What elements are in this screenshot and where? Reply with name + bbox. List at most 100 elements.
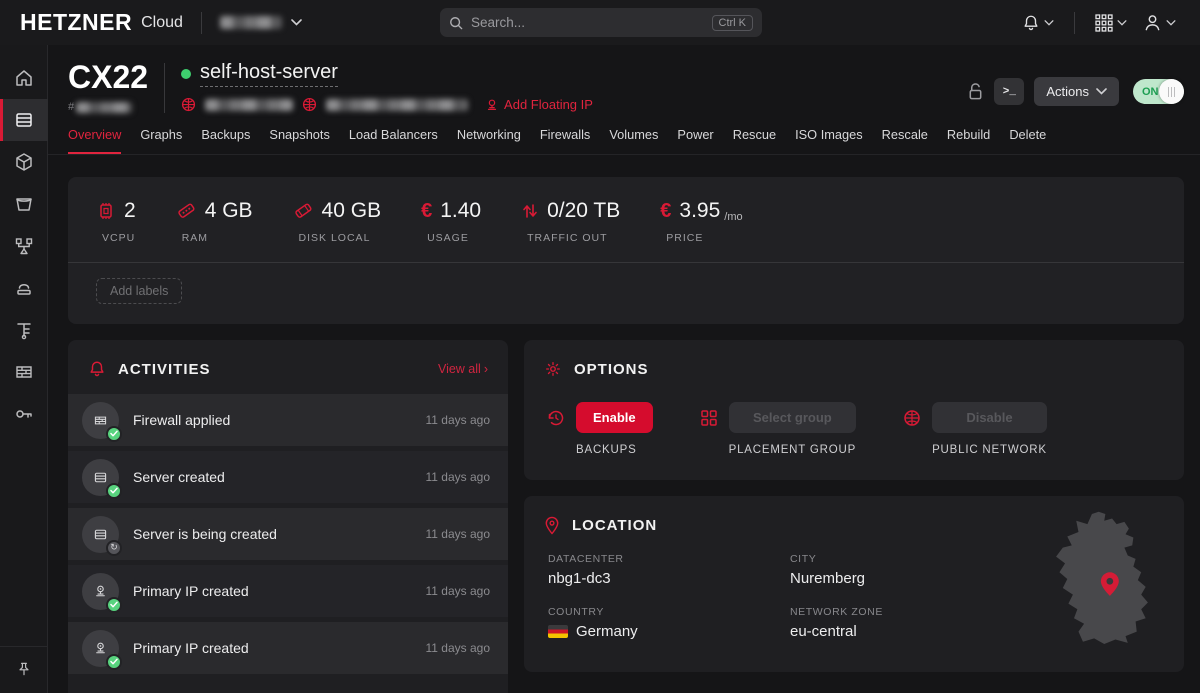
sidebar-item-load-balancers[interactable] xyxy=(0,225,48,267)
stat-usage: € 1.40 USAGE xyxy=(421,199,481,244)
firewall-icon xyxy=(14,362,34,382)
stat-value: 1.40 xyxy=(440,199,481,223)
sidebar-item-volumes[interactable] xyxy=(0,141,48,183)
tab-backups[interactable]: Backups xyxy=(201,127,250,154)
activity-row[interactable]: Server created 11 days ago xyxy=(68,451,508,503)
chevron-down-icon xyxy=(1044,20,1054,26)
stat-value: 40 GB xyxy=(322,199,382,223)
bucket-icon xyxy=(14,194,34,214)
server-header: CX22 # self-host-server Add Floating IP xyxy=(48,45,1200,113)
tab-delete[interactable]: Delete xyxy=(1009,127,1046,154)
server-ip-row: Add Floating IP xyxy=(181,97,593,112)
stat-label: TRAFFIC OUT xyxy=(521,232,607,244)
bell-icon xyxy=(88,360,106,378)
console-button[interactable]: >_ xyxy=(994,78,1024,105)
search-icon xyxy=(449,16,463,30)
top-navbar: HETZNER Cloud Search... Ctrl K xyxy=(0,0,1200,45)
tab-volumes[interactable]: Volumes xyxy=(609,127,658,154)
option-public-network: Disable PUBLIC NETWORK xyxy=(902,402,1047,456)
search-input[interactable]: Search... Ctrl K xyxy=(440,8,762,37)
status-dot-running xyxy=(181,69,191,79)
activity-avatar xyxy=(82,573,119,610)
server-name[interactable]: self-host-server xyxy=(200,61,338,87)
ipv6-globe-icon xyxy=(302,97,317,112)
disk-icon xyxy=(293,201,314,221)
tab-iso-images[interactable]: ISO Images xyxy=(795,127,863,154)
add-labels-button[interactable]: Add labels xyxy=(96,278,182,304)
activity-time: 11 days ago xyxy=(426,584,491,598)
activity-row[interactable]: ↻ Server is being created 11 days ago xyxy=(68,508,508,560)
tab-rescue[interactable]: Rescue xyxy=(733,127,776,154)
tab-load-balancers[interactable]: Load Balancers xyxy=(349,127,438,154)
sidebar-item-floating-ips[interactable] xyxy=(0,267,48,309)
activity-title: Primary IP created xyxy=(133,640,249,656)
field-value: nbg1-dc3 xyxy=(548,570,790,587)
user-icon xyxy=(1143,13,1162,32)
firewall-icon xyxy=(92,412,109,429)
sidebar-item-storage[interactable] xyxy=(0,183,48,225)
success-badge-icon xyxy=(106,654,122,670)
ipv6-address-redacted xyxy=(326,99,468,111)
history-icon xyxy=(546,408,566,428)
add-floating-ip-link[interactable]: Add Floating IP xyxy=(485,97,593,112)
key-icon xyxy=(14,404,34,424)
tab-networking[interactable]: Networking xyxy=(457,127,521,154)
tab-overview[interactable]: Overview xyxy=(68,127,121,154)
hetzner-logo: HETZNER xyxy=(20,9,132,36)
tab-firewalls[interactable]: Firewalls xyxy=(540,127,590,154)
apps-menu[interactable] xyxy=(1091,10,1131,36)
ipv4-globe-icon xyxy=(181,97,196,112)
navbar-divider xyxy=(201,12,202,34)
server-name-row: self-host-server xyxy=(181,61,593,87)
account-menu[interactable] xyxy=(1139,9,1180,36)
field-label: COUNTRY xyxy=(548,606,790,618)
sidebar-item-networks[interactable] xyxy=(0,309,48,351)
server-id-prefix: # xyxy=(68,101,74,113)
pin-icon[interactable] xyxy=(16,661,32,677)
option-label: PLACEMENT GROUP xyxy=(729,444,856,456)
stat-traffic: 0/20 TB TRAFFIC OUT xyxy=(521,199,620,244)
stat-label: PRICE xyxy=(660,232,703,244)
power-toggle-label: ON xyxy=(1142,86,1159,98)
home-icon xyxy=(14,68,34,88)
actions-button[interactable]: Actions xyxy=(1034,77,1119,106)
ram-icon xyxy=(176,201,197,221)
pending-badge-icon: ↻ xyxy=(106,540,122,556)
unlock-icon[interactable] xyxy=(967,82,984,101)
activity-row[interactable]: Firewall applied 11 days ago xyxy=(68,394,508,446)
ipv4-address-redacted xyxy=(205,99,293,111)
stat-value: 2 xyxy=(124,199,136,223)
disable-public-network-button[interactable]: Disable xyxy=(932,402,1047,433)
sidebar-item-security[interactable] xyxy=(0,393,48,435)
power-toggle[interactable]: ON xyxy=(1133,79,1184,104)
sidebar-item-servers[interactable] xyxy=(0,99,48,141)
tab-power[interactable]: Power xyxy=(677,127,713,154)
sidebar-item-firewalls[interactable] xyxy=(0,351,48,393)
activity-row[interactable]: Primary IP created 11 days ago xyxy=(68,622,508,674)
server-icon xyxy=(92,526,109,543)
tab-rescale[interactable]: Rescale xyxy=(882,127,928,154)
project-selector[interactable] xyxy=(220,16,302,29)
select-group-button[interactable]: Select group xyxy=(729,402,856,433)
tab-rebuild[interactable]: Rebuild xyxy=(947,127,990,154)
navbar-right xyxy=(1018,9,1180,36)
tab-graphs[interactable]: Graphs xyxy=(140,127,182,154)
power-toggle-handle xyxy=(1159,79,1184,104)
activity-avatar xyxy=(82,459,119,496)
enable-backups-button[interactable]: Enable xyxy=(576,402,653,433)
load-balancer-icon xyxy=(14,236,34,256)
tab-snapshots[interactable]: Snapshots xyxy=(269,127,329,154)
server-plan: CX22 xyxy=(68,61,148,93)
header-divider xyxy=(164,63,165,113)
activity-row[interactable]: Primary IP created 11 days ago xyxy=(68,565,508,617)
sidebar-item-home[interactable] xyxy=(0,57,48,99)
view-all-link[interactable]: View all › xyxy=(438,362,488,376)
location-pin-icon xyxy=(544,516,560,535)
navbar-divider xyxy=(1074,12,1075,34)
stat-value: 3.95 xyxy=(679,199,720,223)
chevron-down-icon xyxy=(1096,88,1107,95)
network-tree-icon xyxy=(14,320,34,340)
notifications-menu[interactable] xyxy=(1018,10,1058,36)
server-id: # xyxy=(68,101,148,113)
overview-grid: ACTIVITIES View all › Firewall applied 1… xyxy=(68,340,1184,693)
